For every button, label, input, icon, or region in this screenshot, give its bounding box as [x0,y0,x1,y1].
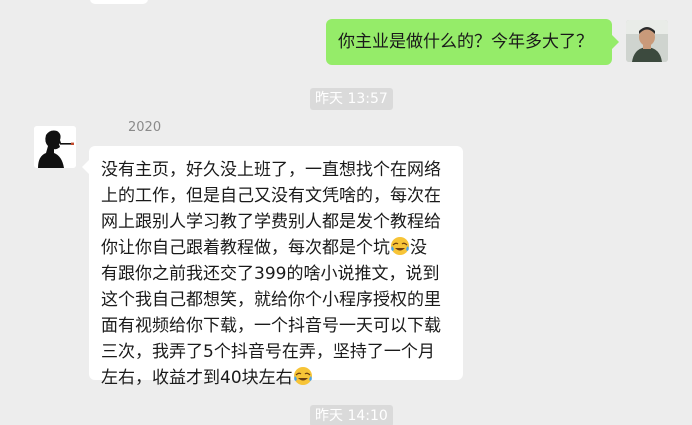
message-line: 面有视频给你下载，一个抖音号一天可以下载 [101,313,451,339]
message-line: 没有主页，好久没上班了，一直想找个在网络 [101,157,451,183]
message-line-text: 没 [410,238,427,258]
outgoing-message-text: 你主业是做什么的？今年多大了？ [338,32,593,52]
message-line: 网上跟别人学习教了学费别人都是发个教程给 [101,209,451,235]
outgoing-message-bubble[interactable]: 你主业是做什么的？今年多大了？ [326,19,619,65]
message-line: 三次，我弄了5个抖音号在弄，坚持了一个月 [101,339,451,365]
message-line: 上的工作，但是自己又没有文凭啥的，每次在 [101,183,451,209]
message-line-text: 网上跟别人学习教了学费别人都是发个教程给 [101,212,441,232]
sender-name: 2020 [128,120,162,135]
chat-window: 你主业是做什么的？今年多大了？ 昨天 13:57 2020 没有主页，好久没上班… [0,0,692,425]
message-line-text: 没有主页，好久没上班了，一直想找个在网络 [101,160,441,180]
self-avatar-photo [626,20,668,62]
silhouette-smoking-avatar [34,126,76,168]
self-avatar[interactable] [626,20,668,62]
message-line-text: 有跟你之前我还交了399的啥小说推文，说到 [101,264,440,284]
timestamp-badge: 昨天 13:57 [310,88,393,110]
crying-laughing-emoji-icon [391,237,409,255]
previous-message-bubble-fragment[interactable] [90,0,148,4]
message-line-text: 上的工作，但是自己又没有文凭啥的，每次在 [101,186,441,206]
message-line: 你让你自己跟着教程做，每次都是个坑没 [101,235,451,261]
message-line: 有跟你之前我还交了399的啥小说推文，说到 [101,261,451,287]
message-line-text: 三次，我弄了5个抖音号在弄，坚持了一个月 [101,342,435,362]
message-line: 这个我自己都想笑，就给你个小程序授权的里 [101,287,451,313]
crying-laughing-emoji-icon [293,367,312,385]
timestamp-badge: 昨天 14:10 [310,405,393,425]
message-line-text: 你让你自己跟着教程做，每次都是个坑 [101,238,390,258]
contact-avatar[interactable] [34,126,76,168]
incoming-message-bubble[interactable]: 没有主页，好久没上班了，一直想找个在网络 上的工作，但是自己又没有文凭啥的，每次… [82,146,463,388]
message-line-text: 面有视频给你下载，一个抖音号一天可以下载 [101,316,441,336]
message-line-text: 这个我自己都想笑，就给你个小程序授权的里 [101,290,441,310]
message-line: 左右，收益才到40块左右 [101,365,451,391]
message-line-text: 左右，收益才到40块左右 [101,368,293,388]
